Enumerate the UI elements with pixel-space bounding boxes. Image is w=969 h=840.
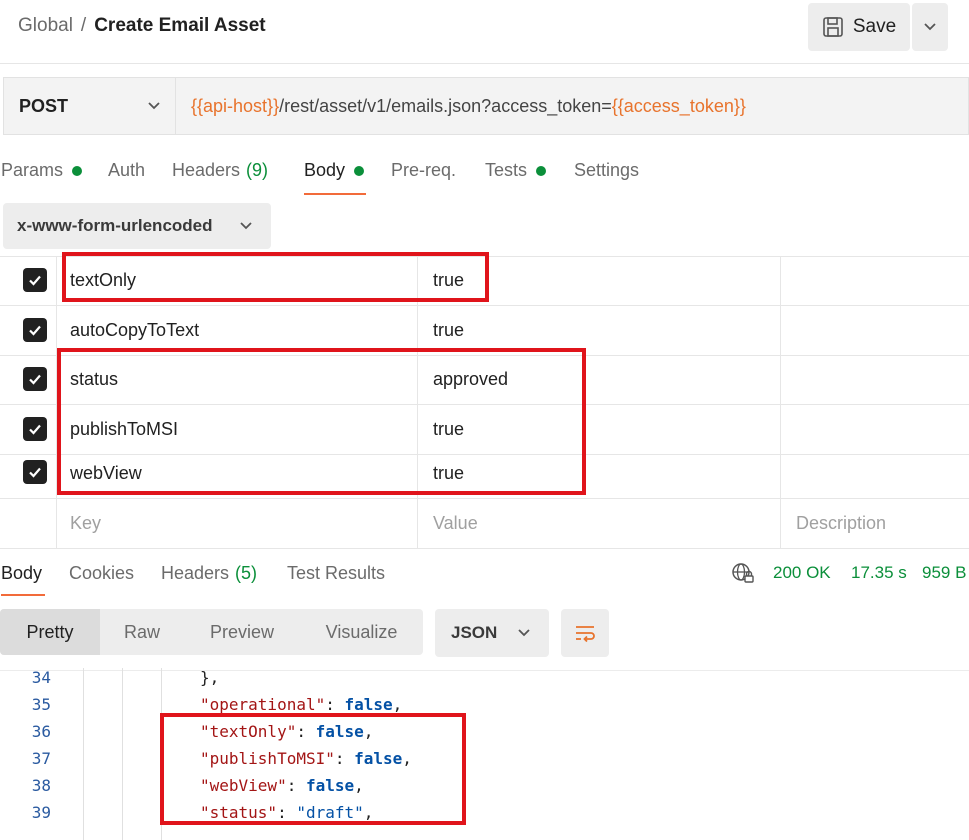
new-value-input[interactable]: Value — [433, 499, 478, 548]
tab-params[interactable]: Params — [1, 160, 83, 181]
format-label: JSON — [451, 623, 498, 642]
tab-body[interactable]: Body — [304, 160, 365, 181]
code-line: }, — [200, 668, 220, 687]
tab-auth[interactable]: Auth — [108, 160, 145, 181]
row-checkbox[interactable] — [23, 367, 47, 391]
method-select[interactable]: POST — [3, 77, 175, 135]
row-checkbox[interactable] — [23, 318, 47, 342]
tab-body-indicator — [354, 165, 365, 176]
response-tab-headers[interactable]: Headers (5) — [161, 563, 257, 584]
wrap-lines-button[interactable] — [561, 609, 609, 657]
save-icon — [822, 16, 844, 38]
status-code[interactable]: 200 OK — [773, 563, 831, 583]
highlight-box — [160, 713, 466, 825]
url-variable-api-host: {{api-host}} — [191, 95, 280, 116]
tab-settings[interactable]: Settings — [574, 160, 639, 181]
response-tab-test-results[interactable]: Test Results — [287, 563, 385, 584]
line-number: 39 — [31, 803, 51, 822]
line-number: 34 — [31, 668, 51, 687]
chevron-down-icon — [147, 101, 161, 111]
new-description-input[interactable]: Description — [796, 499, 886, 548]
breadcrumb-separator: / — [80, 15, 87, 36]
row-checkbox[interactable] — [23, 268, 47, 292]
tab-headers-count: (9) — [246, 160, 269, 180]
json-key: "operational" — [200, 695, 326, 714]
response-tab-cookies[interactable]: Cookies — [69, 563, 134, 584]
method-label: POST — [19, 95, 69, 116]
tab-body-label: Body — [304, 160, 346, 180]
json-value: false — [344, 695, 393, 714]
chevron-down-icon — [239, 221, 253, 231]
row-checkbox[interactable] — [23, 460, 47, 484]
table-row-new: Key Value Description — [0, 499, 969, 548]
line-number: 37 — [31, 749, 51, 768]
view-mode-group: Pretty Raw Preview Visualize — [0, 609, 423, 655]
url-path: /rest/asset/v1/emails.json?access_token= — [279, 95, 612, 116]
tab-tests-indicator — [536, 165, 547, 176]
breadcrumb: Global / Create Email Asset — [18, 15, 266, 37]
highlight-box — [57, 348, 586, 495]
save-button[interactable]: Save — [808, 3, 910, 51]
body-type-label: x-www-form-urlencoded — [17, 216, 213, 235]
response-tab-headers-label: Headers — [161, 563, 230, 583]
tab-auth-label: Auth — [108, 160, 146, 180]
url-input[interactable]: {{api-host}}/rest/asset/v1/emails.json?a… — [175, 77, 969, 135]
active-tab-underline — [304, 193, 366, 195]
url-variable-access-token: {{access_token}} — [611, 95, 746, 116]
line-number: 36 — [31, 722, 51, 741]
tab-settings-label: Settings — [574, 160, 640, 180]
response-code-view[interactable]: 34 }, 35 "operational": false, 36 "textO… — [0, 666, 969, 840]
chevron-down-icon — [517, 628, 531, 638]
tab-params-indicator — [72, 165, 83, 176]
format-select[interactable]: JSON — [435, 609, 549, 657]
active-response-tab-underline — [1, 594, 45, 596]
wrap-icon — [573, 622, 597, 644]
code-line: "operational": false, — [200, 695, 403, 714]
highlight-box — [62, 252, 489, 302]
response-tab-body[interactable]: Body — [1, 563, 42, 584]
globe-lock-icon[interactable] — [731, 561, 755, 585]
view-visualize-button[interactable]: Visualize — [300, 609, 423, 655]
chevron-down-icon — [923, 22, 937, 32]
tab-tests-label: Tests — [485, 160, 528, 180]
breadcrumb-parent[interactable]: Global — [18, 15, 73, 36]
row-checkbox[interactable] — [23, 417, 47, 441]
tab-prereq-label: Pre-req. — [391, 160, 457, 180]
view-pretty-button[interactable]: Pretty — [0, 609, 100, 655]
page-title: Create Email Asset — [94, 15, 266, 36]
view-raw-button[interactable]: Raw — [100, 609, 184, 655]
save-options-button[interactable] — [912, 3, 948, 51]
tab-headers[interactable]: Headers (9) — [172, 160, 268, 181]
tab-tests[interactable]: Tests — [485, 160, 547, 181]
tab-prereq[interactable]: Pre-req. — [391, 160, 456, 181]
response-time[interactable]: 17.35 s — [851, 563, 907, 583]
tab-headers-label: Headers — [172, 160, 241, 180]
response-divider — [0, 548, 969, 549]
line-number: 35 — [31, 695, 51, 714]
view-preview-button[interactable]: Preview — [184, 609, 300, 655]
new-key-input[interactable]: Key — [70, 499, 101, 548]
save-label: Save — [852, 16, 897, 37]
tab-params-label: Params — [1, 160, 64, 180]
response-size[interactable]: 959 B — [922, 563, 966, 583]
response-tab-headers-count: (5) — [235, 563, 258, 583]
body-type-select[interactable]: x-www-form-urlencoded — [3, 203, 271, 249]
header-divider — [0, 63, 969, 64]
line-number: 38 — [31, 776, 51, 795]
